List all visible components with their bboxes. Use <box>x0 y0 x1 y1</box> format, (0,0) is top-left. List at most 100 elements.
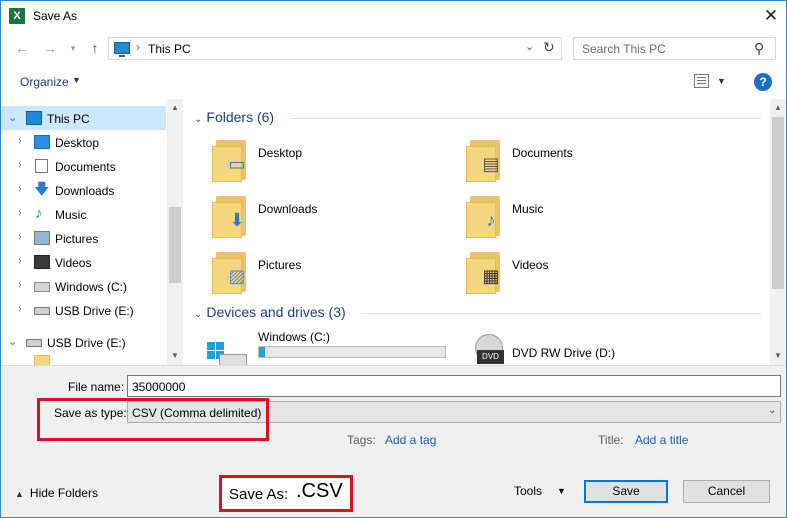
folders-header-label: Folders (6) <box>206 109 275 125</box>
change-view-icon[interactable] <box>694 74 709 88</box>
collapsed-chevron-icon[interactable]: › <box>18 231 22 243</box>
tools-caret-icon[interactable]: ▼ <box>557 486 566 496</box>
usb-drive-icon <box>26 339 42 347</box>
file-name-label: File name: <box>68 380 125 394</box>
expanded-chevron-icon[interactable]: ⌄ <box>8 111 17 124</box>
organize-caret-icon[interactable]: ▼ <box>72 75 81 85</box>
back-arrow-icon[interactable]: ← <box>13 39 31 57</box>
pc-icon <box>114 42 130 57</box>
address-bar[interactable]: › This PC ⌄ ↻ <box>108 37 562 60</box>
nav-item-usb-drive-e[interactable]: › USB Drive (E:) <box>1 298 166 322</box>
folder-icon: ♪ <box>466 194 504 238</box>
nav-item-windows-c[interactable]: › Windows (C:) <box>1 274 166 298</box>
music-icon: ♪ <box>486 210 496 230</box>
save-button[interactable]: Save <box>584 480 668 503</box>
add-title-link[interactable]: Add a title <box>635 433 688 447</box>
search-input[interactable]: Search This PC ⚲ <box>573 37 776 60</box>
folder-tile-downloads[interactable]: ⬇ Downloads <box>212 194 442 244</box>
save-type-dropdown-icon[interactable]: ⌄ <box>768 405 776 416</box>
folder-tile-pictures[interactable]: ▨ Pictures <box>212 250 442 300</box>
save-as-dialog: X Save As ✕ ← → ▾ ↑ › This PC ⌄ ↻ Search… <box>0 0 787 518</box>
collapsed-chevron-icon[interactable]: › <box>18 159 22 171</box>
scroll-up-icon[interactable]: ▲ <box>774 103 782 112</box>
nav-item-videos[interactable]: › Videos <box>1 250 166 274</box>
search-icon[interactable]: ⚲ <box>754 40 764 57</box>
drives-header-label: Devices and drives (3) <box>206 304 346 320</box>
scroll-up-icon[interactable]: ▲ <box>171 103 179 112</box>
folder-icon: ▤ <box>466 138 504 182</box>
folder-tile-documents[interactable]: ▤ Documents <box>466 138 696 188</box>
address-dropdown-icon[interactable]: ⌄ <box>525 40 534 53</box>
nav-item-usb-drive-e-root[interactable]: ⌄ USB Drive (E:) <box>1 330 166 354</box>
close-button[interactable]: ✕ <box>757 3 785 29</box>
folder-tile-music[interactable]: ♪ Music <box>466 194 696 244</box>
drive-usage-bar <box>258 346 446 358</box>
title-bar: X Save As ✕ <box>1 1 786 31</box>
breadcrumb-this-pc[interactable]: This PC <box>148 42 191 56</box>
save-as-annotation: Save As: .CSV <box>219 475 353 512</box>
organize-button[interactable]: Organize <box>20 75 69 89</box>
search-placeholder: Search This PC <box>582 42 666 56</box>
collapsed-chevron-icon[interactable]: › <box>18 135 22 147</box>
folder-tile-desktop[interactable]: ▭ Desktop <box>212 138 442 188</box>
drive-tile-dvd[interactable]: DVD DVD RW Drive (D:) <box>461 332 691 365</box>
hide-folders-button[interactable]: ▲ Hide Folders <box>15 486 98 500</box>
add-tag-link[interactable]: Add a tag <box>385 433 436 447</box>
collapsed-chevron-icon[interactable]: › <box>18 279 22 291</box>
downloads-icon: ⬇ <box>229 210 245 230</box>
title-label: Title: <box>598 433 624 447</box>
breadcrumb-separator-icon: › <box>136 40 140 54</box>
group-divider <box>361 313 761 314</box>
folder-icon: ⬇ <box>212 194 250 238</box>
collapse-chevron-icon[interactable]: ⌄ <box>194 309 202 320</box>
nav-label: Documents <box>55 160 116 174</box>
drive-label: DVD RW Drive (D:) <box>512 346 616 360</box>
nav-pane-scrollbar[interactable]: ▲ ▼ <box>167 99 183 365</box>
nav-item-pictures[interactable]: › Pictures <box>1 226 166 250</box>
refresh-icon[interactable]: ↻ <box>543 39 555 56</box>
nav-label: USB Drive (E:) <box>55 304 134 318</box>
tools-button[interactable]: Tools <box>514 484 542 498</box>
drives-group-header[interactable]: ⌄ Devices and drives (3) <box>194 304 346 320</box>
nav-item-documents[interactable]: › Documents <box>1 154 166 178</box>
pc-icon <box>26 111 42 125</box>
up-arrow-icon[interactable]: ↑ <box>86 39 104 57</box>
view-options-caret-icon[interactable]: ▼ <box>717 76 726 86</box>
folder-icon: ▭ <box>212 138 250 182</box>
folders-group-header[interactable]: ⌄ Folders (6) <box>194 109 274 125</box>
collapsed-chevron-icon[interactable]: › <box>18 207 22 219</box>
hide-folders-label: Hide Folders <box>29 486 98 500</box>
folder-icon <box>34 355 50 365</box>
nav-label: USB Drive (E:) <box>47 336 126 350</box>
scroll-down-icon[interactable]: ▼ <box>171 351 179 360</box>
collapse-chevron-icon[interactable]: ⌄ <box>194 114 202 125</box>
navigation-pane: ⌄ This PC › Desktop › Documents › 🡇 Down… <box>1 99 183 365</box>
downloads-icon: 🡇 <box>34 181 50 198</box>
file-name-input[interactable]: 35000000 ⌄ <box>127 375 781 397</box>
nav-item-desktop[interactable]: › Desktop <box>1 130 166 154</box>
collapsed-chevron-icon[interactable]: › <box>18 303 22 315</box>
desktop-icon <box>34 135 50 149</box>
file-name-dropdown-icon[interactable]: ⌄ <box>132 380 140 391</box>
dvd-drive-icon: DVD <box>477 350 504 364</box>
recent-locations-chevron-icon[interactable]: ▾ <box>64 39 82 57</box>
nav-item-music[interactable]: › ♪ Music <box>1 202 166 226</box>
cancel-button[interactable]: Cancel <box>683 480 770 503</box>
folder-icon: ▨ <box>212 250 250 294</box>
collapsed-chevron-icon[interactable]: › <box>18 183 22 195</box>
folder-label: Documents <box>512 146 573 160</box>
nav-label: Music <box>55 208 87 222</box>
highlight-save-type-box <box>37 398 269 441</box>
folder-tile-videos[interactable]: ▦ Videos <box>466 250 696 300</box>
nav-item-downloads[interactable]: › 🡇 Downloads <box>1 178 166 202</box>
forward-arrow-icon[interactable]: → <box>41 39 59 57</box>
help-icon[interactable]: ? <box>754 73 772 91</box>
collapsed-chevron-icon[interactable]: › <box>18 255 22 267</box>
nav-item-this-pc[interactable]: ⌄ This PC <box>1 106 166 130</box>
scrollbar-thumb[interactable] <box>772 117 784 289</box>
expanded-chevron-icon[interactable]: ⌄ <box>8 335 17 348</box>
folder-icon: ▦ <box>466 250 504 294</box>
content-scrollbar[interactable]: ▲ ▼ <box>770 99 786 365</box>
scrollbar-thumb[interactable] <box>169 207 181 283</box>
scroll-down-icon[interactable]: ▼ <box>774 351 782 360</box>
